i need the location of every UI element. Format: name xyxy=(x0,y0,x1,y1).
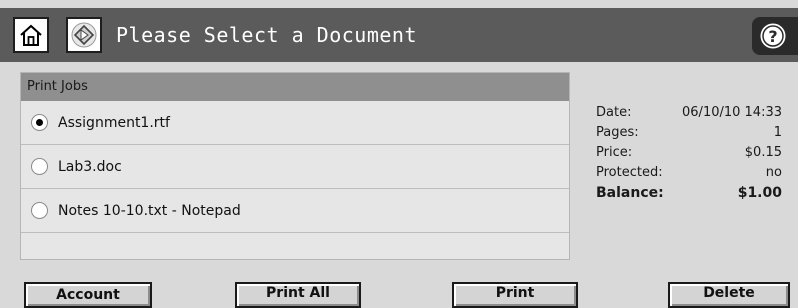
print-button[interactable]: Print xyxy=(452,282,578,308)
balance-value: $1.00 xyxy=(737,185,782,201)
detail-protected: Protected: no xyxy=(596,164,782,182)
date-value: 06/10/10 14:33 xyxy=(682,105,782,120)
print-jobs-list: Print Jobs Assignment1.rtf Lab3.doc Note… xyxy=(20,72,570,260)
radio-selected-icon[interactable] xyxy=(31,114,48,131)
help-icon: ? xyxy=(760,23,786,49)
price-value: $0.15 xyxy=(744,145,782,160)
start-diamond-icon xyxy=(71,22,97,48)
print-jobs-header: Print Jobs xyxy=(21,73,569,101)
job-label: Lab3.doc xyxy=(58,158,122,175)
home-button[interactable] xyxy=(13,17,49,53)
page-title: Please Select a Document xyxy=(116,23,417,47)
job-label: Assignment1.rtf xyxy=(58,114,170,131)
job-details-panel: Date: 06/10/10 14:33 Pages: 1 Price: $0.… xyxy=(596,104,782,204)
protected-value: no xyxy=(765,165,782,180)
radio-unselected-icon[interactable] xyxy=(31,158,48,175)
job-row-lab3[interactable]: Lab3.doc xyxy=(21,145,569,189)
title-bar: Please Select a Document ? xyxy=(0,0,798,70)
svg-text:?: ? xyxy=(768,27,777,46)
price-label: Price: xyxy=(596,145,633,160)
help-button[interactable]: ? xyxy=(752,17,798,55)
detail-price: Price: $0.15 xyxy=(596,144,782,162)
radio-unselected-icon[interactable] xyxy=(31,202,48,219)
balance-label: Balance: xyxy=(596,185,664,201)
account-button[interactable]: Account xyxy=(24,282,152,308)
detail-pages: Pages: 1 xyxy=(596,124,782,142)
pages-value: 1 xyxy=(773,125,782,140)
print-all-button[interactable]: Print All xyxy=(235,282,361,308)
job-row-assignment1[interactable]: Assignment1.rtf xyxy=(21,101,569,145)
delete-button[interactable]: Delete xyxy=(668,282,790,308)
date-label: Date: xyxy=(596,105,632,120)
pages-label: Pages: xyxy=(596,125,639,140)
home-icon xyxy=(20,24,42,46)
detail-balance: Balance: $1.00 xyxy=(596,184,782,202)
job-row-notes[interactable]: Notes 10-10.txt - Notepad xyxy=(21,189,569,233)
start-button[interactable] xyxy=(66,17,102,53)
detail-date: Date: 06/10/10 14:33 xyxy=(596,104,782,122)
protected-label: Protected: xyxy=(596,165,663,180)
job-label: Notes 10-10.txt - Notepad xyxy=(58,202,241,219)
